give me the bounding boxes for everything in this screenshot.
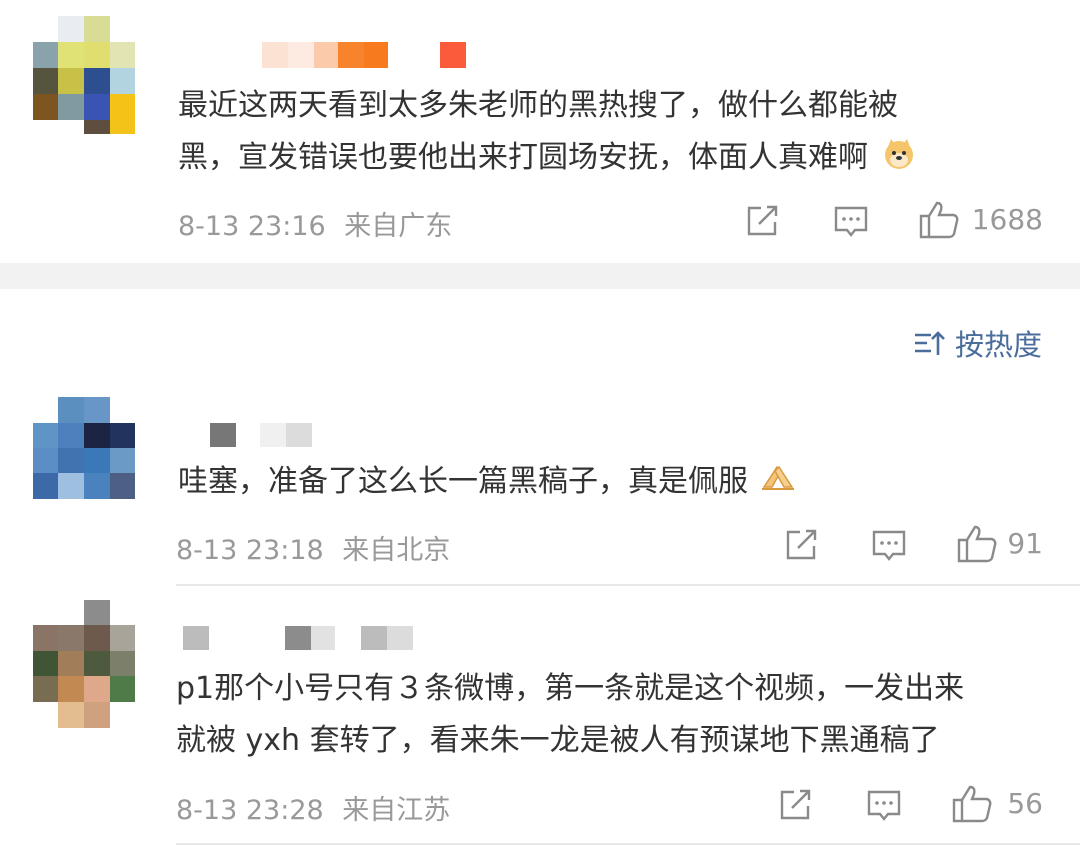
comment-text-fragment: 黑，宣发错误也要他出来打圆场安抚，体面人真难啊 xyxy=(178,140,868,175)
comment-text-fragment: 哇塞，准备了这么长一篇黑稿子，真是佩服 xyxy=(178,464,748,499)
like-count: 56 xyxy=(1007,787,1043,820)
like-icon[interactable] xyxy=(951,784,993,824)
sort-label: 按热度 xyxy=(954,328,1042,362)
username-redacted[interactable] xyxy=(183,626,413,650)
username-redacted[interactable] xyxy=(210,423,312,447)
comment-text-line: 就被 yxh 套转了，看来朱一龙是被人有预谋地下黑通稿了 xyxy=(176,723,940,758)
comment-icon[interactable] xyxy=(866,788,902,824)
comment-icon[interactable] xyxy=(871,528,907,564)
like-count: 1688 xyxy=(971,203,1043,236)
clasped-hands-emoji-icon xyxy=(760,456,796,490)
comment-location: 来自江苏 xyxy=(342,795,451,826)
username-redacted[interactable] xyxy=(262,42,467,68)
comment-time: 8-13 23:28 xyxy=(176,795,324,826)
comment-icon[interactable] xyxy=(833,204,869,240)
like-icon[interactable] xyxy=(918,200,960,240)
sort-icon xyxy=(913,329,945,357)
comment-location: 来自北京 xyxy=(342,535,451,566)
comment-time: 8-13 23:16 xyxy=(178,211,326,242)
like-count: 91 xyxy=(1007,527,1043,560)
comment-meta: 8-13 23:28 来自江苏 xyxy=(176,788,450,827)
sort-button[interactable]: 按热度 xyxy=(913,322,1042,364)
like-icon[interactable] xyxy=(956,524,998,564)
avatar[interactable] xyxy=(33,600,135,728)
share-icon[interactable] xyxy=(778,788,814,822)
comment-location: 来自广东 xyxy=(344,211,453,242)
comment-text-line: 最近这两天看到太多朱老师的黑热搜了，做什么都能被 xyxy=(178,88,898,123)
avatar[interactable] xyxy=(33,16,135,134)
comment-text-line: 黑，宣发错误也要他出来打圆场安抚，体面人真难啊 xyxy=(178,130,916,186)
share-icon[interactable] xyxy=(745,204,781,238)
comment-time: 8-13 23:18 xyxy=(176,535,324,566)
comment-text-line: 哇塞，准备了这么长一篇黑稿子，真是佩服 xyxy=(178,454,796,510)
comment-divider xyxy=(176,584,1080,586)
comment-meta: 8-13 23:16 来自广东 xyxy=(178,204,452,243)
section-gap xyxy=(0,263,1080,289)
comment-text-line: p1那个小号只有３条微博，第一条就是这个视频，一发出来 xyxy=(176,671,965,706)
share-icon[interactable] xyxy=(784,528,820,562)
doge-emoji-icon xyxy=(882,134,916,169)
comment-meta: 8-13 23:18 来自北京 xyxy=(176,528,450,567)
avatar[interactable] xyxy=(33,397,135,499)
